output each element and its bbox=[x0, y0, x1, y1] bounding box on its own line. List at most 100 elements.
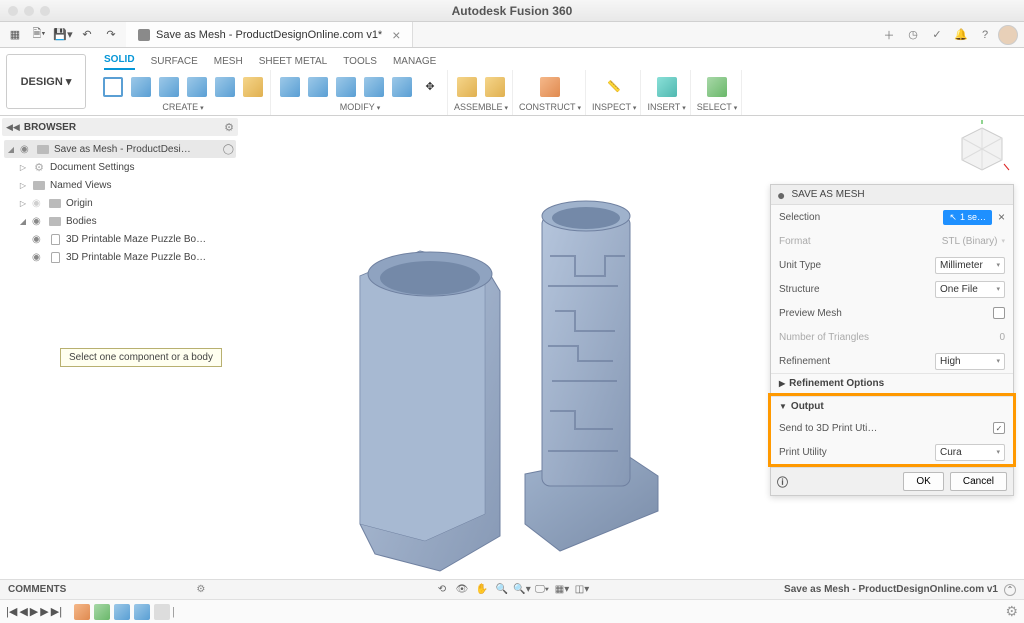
file-menu-icon[interactable]: 🗎▾ bbox=[28, 24, 50, 46]
emboss-tool-icon[interactable] bbox=[240, 74, 266, 100]
tl-feature-1[interactable] bbox=[74, 604, 90, 620]
tl-start-icon[interactable]: |◀ bbox=[6, 605, 17, 618]
group-inspect-label[interactable]: INSPECT bbox=[592, 102, 636, 112]
tl-back-icon[interactable]: ◀ bbox=[19, 605, 27, 618]
output-highlight: ▼Output Send to 3D Print Uti… Print Util… bbox=[768, 393, 1016, 467]
pin-icon[interactable]: ● bbox=[777, 187, 785, 203]
help-icon[interactable]: ? bbox=[974, 24, 996, 46]
tl-feature-4[interactable] bbox=[134, 604, 150, 620]
selection-clear-icon[interactable]: × bbox=[998, 210, 1005, 224]
chamfer-icon[interactable] bbox=[333, 74, 359, 100]
fillet-icon[interactable] bbox=[305, 74, 331, 100]
workspace-switcher[interactable]: DESIGN ▾ bbox=[6, 54, 86, 109]
ok-button[interactable]: OK bbox=[903, 472, 943, 491]
plane-icon[interactable] bbox=[537, 74, 563, 100]
presspull-icon[interactable] bbox=[277, 74, 303, 100]
tree-docsettings[interactable]: ▷⚙Document Settings bbox=[4, 158, 236, 176]
viewcube[interactable] bbox=[954, 120, 1010, 176]
selection-chip[interactable]: ↖ 1 se… bbox=[943, 210, 992, 225]
tree-body-1[interactable]: ◉3D Printable Maze Puzzle Bo… bbox=[4, 230, 236, 248]
row-printutil: Print Utility Cura bbox=[771, 440, 1013, 464]
group-create-label[interactable]: CREATE bbox=[162, 102, 203, 112]
fit-icon[interactable]: 🔍▾ bbox=[513, 582, 531, 598]
printutil-select[interactable]: Cura bbox=[935, 444, 1005, 461]
orbit-icon[interactable]: ⟲ bbox=[433, 582, 451, 598]
tl-end-icon[interactable]: ▶| bbox=[51, 605, 62, 618]
document-tab[interactable]: Save as Mesh - ProductDesignOnline.com v… bbox=[126, 22, 413, 47]
job-status-icon[interactable]: ✓ bbox=[926, 24, 948, 46]
section-output[interactable]: ▼Output bbox=[771, 396, 1013, 416]
timeline-settings-icon[interactable]: ⚙ bbox=[1005, 603, 1018, 620]
display-icon[interactable]: 🖵▾ bbox=[533, 582, 551, 598]
tab-tools[interactable]: TOOLS bbox=[343, 56, 377, 70]
tree-root[interactable]: ◢◉ Save as Mesh - ProductDesi… ◯ bbox=[4, 140, 236, 158]
apps-icon[interactable]: ▦ bbox=[4, 24, 26, 46]
joint-icon[interactable] bbox=[454, 74, 480, 100]
notifications-icon[interactable]: 🔔 bbox=[950, 24, 972, 46]
tab-mesh[interactable]: MESH bbox=[214, 56, 243, 70]
tab-sheetmetal[interactable]: SHEET METAL bbox=[259, 56, 328, 70]
status-expand-icon[interactable]: ⌃ bbox=[1004, 584, 1016, 596]
tree-origin[interactable]: ▷◉Origin bbox=[4, 194, 236, 212]
document-tabbar: ▦ 🗎▾ 💾▾ ↶ ↷ Save as Mesh - ProductDesign… bbox=[0, 22, 1024, 48]
group-modify-label[interactable]: MODIFY bbox=[340, 102, 380, 112]
move-icon[interactable]: ✥ bbox=[417, 74, 443, 100]
tree-bodies[interactable]: ◢◉Bodies bbox=[4, 212, 236, 230]
tl-play-icon[interactable]: ▶ bbox=[30, 605, 38, 618]
measure-icon[interactable]: 📏 bbox=[601, 74, 627, 100]
save-icon[interactable]: 💾▾ bbox=[52, 24, 74, 46]
undo-icon[interactable]: ↶ bbox=[76, 24, 98, 46]
tree-root-label: Save as Mesh - ProductDesi… bbox=[54, 144, 191, 155]
group-insert: INSERT bbox=[643, 70, 690, 115]
group-construct-label[interactable]: CONSTRUCT bbox=[519, 102, 581, 112]
collapse-icon[interactable]: ◀◀ bbox=[6, 122, 20, 133]
group-assemble-label[interactable]: ASSEMBLE bbox=[454, 102, 508, 112]
extensions-icon[interactable]: ◷ bbox=[902, 24, 924, 46]
radio-icon[interactable]: ◯ bbox=[223, 144, 234, 155]
asbuilt-icon[interactable] bbox=[482, 74, 508, 100]
cancel-button[interactable]: Cancel bbox=[950, 472, 1007, 491]
combine-icon[interactable] bbox=[389, 74, 415, 100]
extrude-tool-icon[interactable] bbox=[156, 74, 182, 100]
insert-icon[interactable] bbox=[654, 74, 680, 100]
sendto-checkbox[interactable] bbox=[993, 422, 1005, 434]
unit-select[interactable]: Millimeter bbox=[935, 257, 1005, 274]
new-doc-icon[interactable]: ＋ bbox=[878, 24, 900, 46]
tab-manage[interactable]: MANAGE bbox=[393, 56, 436, 70]
pan-icon[interactable]: ✋ bbox=[473, 582, 491, 598]
viewport-icon[interactable]: ◫▾ bbox=[573, 582, 591, 598]
tab-surface[interactable]: SURFACE bbox=[151, 56, 198, 70]
tree-body-2[interactable]: ◉3D Printable Maze Puzzle Bo… bbox=[4, 248, 236, 266]
box-tool-icon[interactable] bbox=[128, 74, 154, 100]
browser-header[interactable]: ◀◀ BROWSER ⚙ bbox=[2, 118, 238, 136]
browser-settings-icon[interactable]: ⚙ bbox=[224, 121, 234, 134]
sketch-tool-icon[interactable] bbox=[100, 74, 126, 100]
dialog-header[interactable]: ● SAVE AS MESH bbox=[771, 185, 1013, 205]
tl-feature-2[interactable] bbox=[94, 604, 110, 620]
shell-icon[interactable] bbox=[361, 74, 387, 100]
zoom-icon[interactable]: 🔍 bbox=[493, 582, 511, 598]
comments-label[interactable]: COMMENTS bbox=[8, 584, 66, 595]
tab-close-icon[interactable]: × bbox=[392, 27, 400, 43]
section-refine-opts[interactable]: ▶Refinement Options bbox=[771, 373, 1013, 393]
tab-solid[interactable]: SOLID bbox=[104, 54, 135, 70]
row-triangles: Number of Triangles 0 bbox=[771, 325, 1013, 349]
comments-settings-icon[interactable]: ⚙ bbox=[196, 584, 205, 595]
structure-select[interactable]: One File bbox=[935, 281, 1005, 298]
tree-namedviews[interactable]: ▷Named Views bbox=[4, 176, 236, 194]
user-avatar[interactable] bbox=[998, 25, 1018, 45]
refinement-select[interactable]: High bbox=[935, 353, 1005, 370]
tl-fwd-icon[interactable]: ▶ bbox=[40, 605, 48, 618]
look-icon[interactable]: 👁 bbox=[453, 582, 471, 598]
tl-feature-3[interactable] bbox=[114, 604, 130, 620]
revolve-tool-icon[interactable] bbox=[184, 74, 210, 100]
info-icon[interactable]: ⓘ bbox=[777, 474, 788, 490]
grid-icon[interactable]: ▦▾ bbox=[553, 582, 571, 598]
tl-feature-5[interactable] bbox=[154, 604, 170, 620]
select-icon[interactable] bbox=[704, 74, 730, 100]
sweep-tool-icon[interactable] bbox=[212, 74, 238, 100]
group-select-label[interactable]: SELECT bbox=[697, 102, 737, 112]
group-insert-label[interactable]: INSERT bbox=[647, 102, 685, 112]
redo-icon[interactable]: ↷ bbox=[100, 24, 122, 46]
preview-checkbox[interactable] bbox=[993, 307, 1005, 319]
